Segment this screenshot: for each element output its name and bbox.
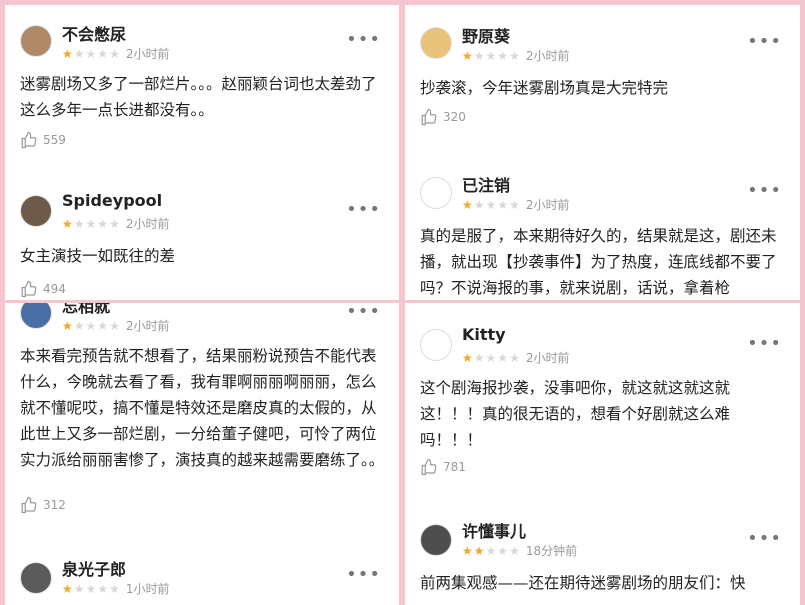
- post-time: 2小时前: [525, 351, 570, 365]
- post-time: 2小时前: [525, 198, 570, 212]
- star-rating: ★ ★ ★ ★ ★: [62, 318, 120, 333]
- thumbs-up-icon: [21, 280, 37, 298]
- like-button[interactable]: 320: [420, 108, 466, 126]
- review-panel-3: 忘相就 ★ ★ ★ ★ ★ 2小时前 ••• 本来看完预告就不想看了，结果丽粉说预告不能…: [5, 303, 399, 605]
- avatar[interactable]: [20, 25, 52, 57]
- rating-time: ★ ★ ★ ★ ★ 2小时前: [62, 215, 169, 232]
- username[interactable]: 已注销: [462, 172, 510, 196]
- review-panel-4: Kitty ★ ★ ★ ★ ★ 2小时前 ••• 这个剧海报抄袭，没事吧你，就这就这就这…: [405, 303, 800, 605]
- star-rating: ★ ★ ★ ★ ★: [462, 197, 520, 212]
- star-rating: ★ ★ ★ ★ ★: [62, 581, 120, 596]
- avatar[interactable]: [420, 329, 452, 361]
- more-options-icon[interactable]: •••: [747, 333, 782, 354]
- username[interactable]: 不会憋尿: [62, 21, 126, 45]
- avatar[interactable]: [20, 303, 52, 329]
- post-time: 1小时前: [125, 582, 170, 596]
- more-options-icon[interactable]: •••: [747, 528, 782, 549]
- username[interactable]: 泉光子郎: [62, 556, 126, 580]
- thumbs-up-icon: [421, 458, 437, 476]
- like-count: 559: [43, 133, 66, 147]
- review-panel-1: 不会憋尿 ★ ★ ★ ★ ★ 2小时前 ••• 迷雾剧场又多了一部烂片。。。赵丽颖台词也…: [5, 5, 399, 300]
- rating-time: ★ ★ ★ ★ ★ 2小时前: [62, 317, 169, 334]
- like-count: 781: [443, 460, 466, 474]
- star-rating: ★ ★ ★ ★ ★: [62, 46, 120, 61]
- more-options-icon[interactable]: •••: [346, 199, 381, 220]
- comment-text: 迷雾剧场又多了一部烂片。。。赵丽颖台词也太差劲了 这么多年一点长进都没有。。: [20, 75, 377, 119]
- username[interactable]: 许懂事儿: [462, 518, 526, 542]
- comment-text: 抄袭滚，今年迷雾剧场真是大完特完: [420, 79, 669, 97]
- post-time: 2小时前: [525, 49, 570, 63]
- more-options-icon[interactable]: •••: [346, 303, 381, 322]
- star-rating: ★ ★ ★ ★ ★: [462, 48, 520, 63]
- like-button[interactable]: 781: [420, 458, 466, 476]
- like-button[interactable]: 494: [20, 280, 66, 298]
- star-rating: ★ ★ ★ ★ ★: [462, 350, 520, 365]
- username[interactable]: 野原葵: [462, 23, 510, 47]
- username[interactable]: Spideypool: [62, 191, 162, 210]
- comment-text: 本来看完预告就不想看了，结果丽粉说预告不能代表什么，今晚就去看了看，我有罪啊丽丽…: [20, 347, 385, 469]
- comment-card: Spideypool ★ ★ ★ ★ ★ 2小时前 ••• 女主演技一如既往的差 494: [5, 165, 399, 300]
- username[interactable]: 忘相就: [62, 303, 110, 317]
- post-time: 2小时前: [125, 217, 170, 231]
- comment-card: 许懂事儿 ★ ★ ★ ★ ★ 18分钟前 ••• 前两集观感——还在期待迷雾剧场的朋友们…: [405, 498, 800, 605]
- like-count: 312: [43, 498, 66, 512]
- comment-card: 泉光子郎 ★ ★ ★ ★ ★ 1小时前 •••: [5, 534, 399, 605]
- rating-time: ★ ★ ★ ★ ★ 2小时前: [62, 45, 169, 62]
- avatar[interactable]: [20, 562, 52, 594]
- comment-text: 真的是服了，本来期待好久的，结果就是这，剧还未播，就出现【抄袭事件】为了热度，连…: [420, 227, 777, 297]
- thumbs-up-icon: [421, 108, 437, 126]
- avatar[interactable]: [420, 177, 452, 209]
- rating-time: ★ ★ ★ ★ ★ 2小时前: [462, 349, 569, 366]
- like-button[interactable]: 312: [20, 496, 66, 514]
- rating-time: ★ ★ ★ ★ ★ 2小时前: [462, 47, 569, 64]
- comment-text: 前两集观感——还在期待迷雾剧场的朋友们：快: [420, 574, 746, 592]
- star-rating: ★ ★ ★ ★ ★: [462, 543, 520, 558]
- comment-card: Kitty ★ ★ ★ ★ ★ 2小时前 ••• 这个剧海报抄袭，没事吧你，就这就这就这…: [405, 303, 800, 498]
- more-options-icon[interactable]: •••: [747, 180, 782, 201]
- thumbs-up-icon: [21, 496, 37, 514]
- comment-text: 女主演技一如既往的差: [20, 247, 176, 265]
- comment-card: 已注销 ★ ★ ★ ★ ★ 2小时前 ••• 真的是服了，本来期待好久的，结果就是这，剧…: [405, 150, 800, 300]
- comment-card: 不会憋尿 ★ ★ ★ ★ ★ 2小时前 ••• 迷雾剧场又多了一部烂片。。。赵丽颖台词也…: [5, 5, 399, 165]
- review-panel-2: 野原葵 ★ ★ ★ ★ ★ 2小时前 ••• 抄袭滚，今年迷雾剧场真是大完特完 320 …: [405, 5, 800, 300]
- comment-card: 野原葵 ★ ★ ★ ★ ★ 2小时前 ••• 抄袭滚，今年迷雾剧场真是大完特完 320: [405, 5, 800, 150]
- avatar[interactable]: [20, 195, 52, 227]
- username[interactable]: Kitty: [462, 325, 506, 344]
- more-options-icon[interactable]: •••: [747, 31, 782, 52]
- rating-time: ★ ★ ★ ★ ★ 2小时前: [462, 196, 569, 213]
- post-time: 2小时前: [125, 47, 170, 61]
- like-count: 320: [443, 110, 466, 124]
- more-options-icon[interactable]: •••: [346, 29, 381, 50]
- avatar[interactable]: [420, 524, 452, 556]
- rating-time: ★ ★ ★ ★ ★ 18分钟前: [462, 542, 577, 559]
- rating-time: ★ ★ ★ ★ ★ 1小时前: [62, 580, 169, 597]
- star-rating: ★ ★ ★ ★ ★: [62, 216, 120, 231]
- more-options-icon[interactable]: •••: [346, 564, 381, 585]
- post-time: 2小时前: [125, 319, 170, 333]
- like-button[interactable]: 559: [20, 131, 66, 149]
- like-count: 494: [43, 282, 66, 296]
- comment-text: 这个剧海报抄袭，没事吧你，就这就这就这就这！！！真的很无语的，想看个好剧就这么难…: [420, 379, 731, 449]
- comment-card: 忘相就 ★ ★ ★ ★ ★ 2小时前 ••• 本来看完预告就不想看了，结果丽粉说预告不能…: [5, 303, 399, 534]
- thumbs-up-icon: [21, 131, 37, 149]
- post-time: 18分钟前: [525, 544, 578, 558]
- avatar[interactable]: [420, 27, 452, 59]
